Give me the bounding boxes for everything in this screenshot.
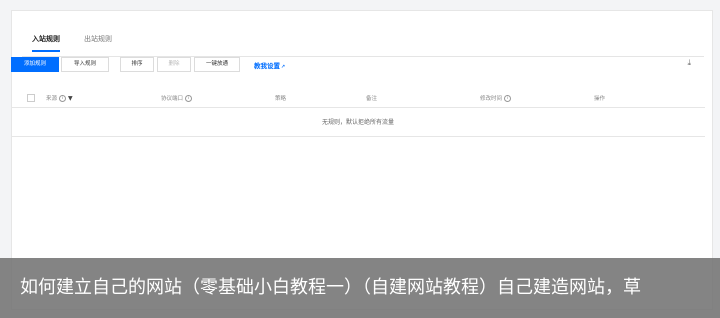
column-header-protocol-port-label: 协议端口 [161, 96, 184, 102]
tab-inbound-rules[interactable]: 入站规则 [32, 34, 60, 52]
column-header-policy: 策略 [275, 96, 287, 102]
add-rule-button[interactable]: 添加规则 [11, 57, 59, 72]
column-header-source: 来源 i ▼ [46, 94, 73, 102]
caption-banner: 如何建立自己的网站（零基础小白教程一）（自建网站教程）自己建造网站，草 [0, 258, 720, 318]
empty-table-message: 无规则，默认拒绝所有流量 [11, 109, 705, 137]
tutorial-link[interactable]: 教我设置↗ [254, 60, 285, 70]
info-icon[interactable]: i [504, 95, 512, 102]
delete-button[interactable]: 删除 [157, 57, 191, 72]
sort-button[interactable]: 排序 [120, 57, 154, 72]
import-rule-button[interactable]: 导入规则 [61, 57, 109, 72]
external-link-icon: ↗ [281, 64, 286, 70]
column-header-protocol-port: 协议端口 i [161, 94, 193, 102]
select-all-checkbox[interactable] [27, 94, 35, 102]
filter-icon[interactable]: ▼ [68, 95, 73, 102]
info-icon[interactable]: i [59, 95, 67, 102]
toolbar: 添加规则 导入规则 排序 删除 一键放通 教我设置↗ ⤓ [11, 57, 695, 73]
tutorial-link-label: 教我设置 [254, 62, 280, 70]
one-click-allow-button[interactable]: 一键放通 [194, 57, 240, 72]
column-header-modified-time: 修改时间 i [480, 94, 512, 102]
table-header: 来源 i ▼ 协议端口 i 策略 备注 修改时间 i 操作 [11, 88, 705, 108]
tab-outbound-rules[interactable]: 出站规则 [84, 34, 112, 50]
download-icon[interactable]: ⤓ [687, 58, 691, 68]
column-header-modified-time-label: 修改时间 [480, 96, 503, 102]
info-icon[interactable]: i [185, 95, 193, 102]
rule-tabs: 入站规则 出站规则 [22, 29, 704, 57]
caption-text: 如何建立自己的网站（零基础小白教程一）（自建网站教程）自己建造网站，草 [20, 277, 641, 298]
column-header-source-label: 来源 [46, 96, 58, 102]
column-header-actions: 操作 [594, 96, 606, 102]
column-header-remark: 备注 [366, 96, 378, 102]
